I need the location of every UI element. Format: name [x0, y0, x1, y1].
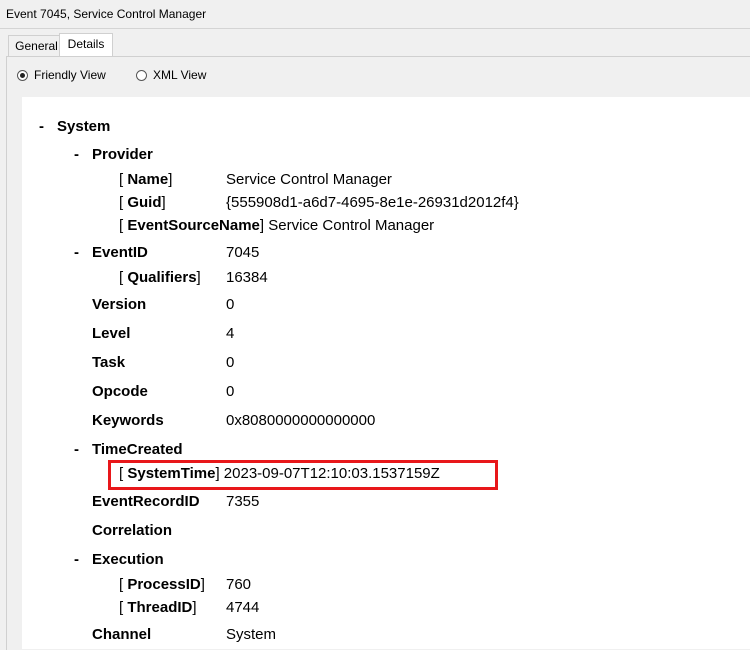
xml-view-radio[interactable]: XML View [136, 68, 206, 82]
node-eventrecordid-label: EventRecordID [92, 493, 200, 510]
friendly-view-content: - System - Provider [ Name] Service Cont… [22, 97, 750, 649]
attr-threadid: [ ThreadID] [119, 599, 197, 616]
attr-name: [ Name] [119, 171, 173, 188]
friendly-view-radio[interactable]: Friendly View [17, 68, 106, 82]
node-correlation-label: Correlation [92, 522, 173, 539]
node-level-value: 4 [226, 325, 235, 342]
collapse-provider-toggle[interactable]: - [74, 146, 79, 164]
radio-unselected-icon [136, 69, 147, 81]
attr-processid-value: 760 [226, 576, 252, 593]
attr-name-value: Service Control Manager [226, 171, 392, 188]
attr-guid-value: {555908d1-a6d7-4695-8e1e-26931d2012f4} [226, 194, 519, 211]
tab-general[interactable]: General [8, 35, 65, 57]
node-level-label: Level [92, 325, 131, 342]
node-system-label: System [57, 118, 111, 135]
radio-selected-icon [17, 69, 28, 81]
attr-guid: [ Guid] [119, 194, 166, 211]
node-task-value: 0 [226, 354, 235, 371]
node-opcode-value: 0 [226, 383, 235, 400]
node-keywords-label: Keywords [92, 412, 164, 429]
systemtime-highlight-box [108, 460, 498, 490]
collapse-system-toggle[interactable]: - [39, 118, 44, 136]
window-titlebar: Event 7045, Service Control Manager [0, 0, 750, 29]
attr-qualifiers-value: 16384 [226, 269, 268, 286]
attr-qualifiers-key: Qualifiers [127, 269, 197, 286]
attr-eventsourcename-value: Service Control Manager [268, 217, 435, 234]
friendly-view-label: Friendly View [34, 68, 106, 82]
collapse-execution-toggle[interactable]: - [74, 551, 79, 569]
node-eventid-value: 7045 [226, 244, 260, 261]
attr-qualifiers: [ Qualifiers] [119, 269, 201, 286]
node-task-label: Task [92, 354, 126, 371]
collapse-eventid-toggle[interactable]: - [74, 244, 79, 262]
node-version-label: Version [92, 296, 147, 313]
attr-threadid-key: ThreadID [127, 599, 193, 616]
attr-guid-key: Guid [127, 194, 162, 211]
node-eventid-label: EventID [92, 244, 148, 261]
node-eventrecordid-value: 7355 [226, 493, 260, 510]
node-channel-value: System [226, 626, 277, 643]
tab-details[interactable]: Details [59, 33, 113, 58]
node-opcode-label: Opcode [92, 383, 148, 400]
attr-processid-key: ProcessID [127, 576, 201, 593]
attr-processid: [ ProcessID] [119, 576, 205, 593]
node-timecreated-label: TimeCreated [92, 441, 183, 458]
attr-name-key: Name [127, 171, 169, 188]
attr-eventsourcename-key: EventSourceName [127, 217, 260, 234]
node-provider-label: Provider [92, 146, 153, 163]
collapse-timecreated-toggle[interactable]: - [74, 441, 79, 459]
node-channel-label: Channel [92, 626, 152, 643]
node-version-value: 0 [226, 296, 235, 313]
node-execution-label: Execution [92, 551, 164, 568]
node-keywords-value: 0x8080000000000000 [226, 412, 376, 429]
attr-threadid-value: 4744 [226, 599, 260, 616]
xml-view-label: XML View [153, 68, 207, 82]
window-title: Event 7045, Service Control Manager [6, 7, 207, 21]
attr-eventsourcename: [ EventSourceName] Service Control Manag… [119, 217, 435, 234]
